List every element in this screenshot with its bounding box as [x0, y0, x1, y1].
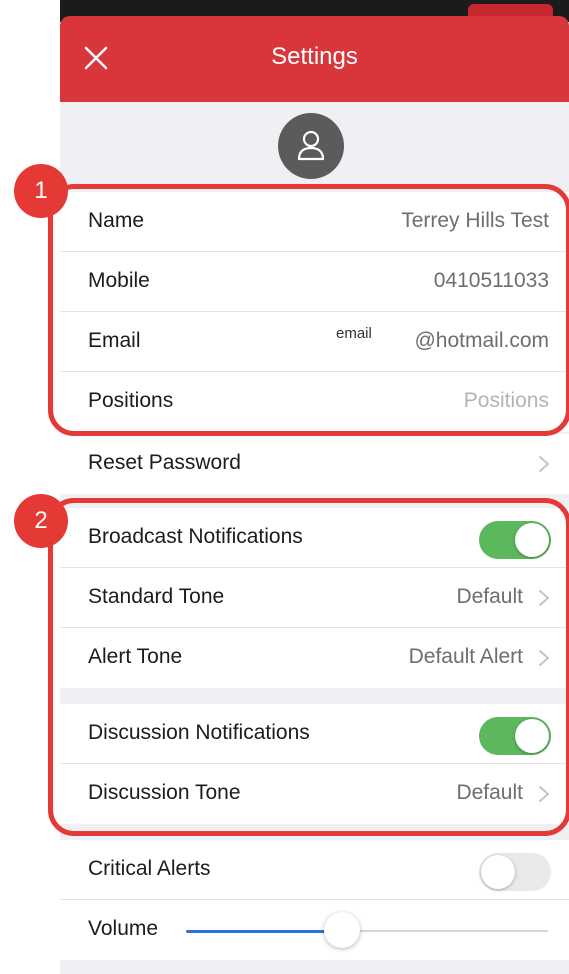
toggle-knob [481, 855, 515, 889]
volume-slider-thumb[interactable] [323, 912, 360, 948]
callout-box-2 [48, 498, 569, 836]
callout-badge-2: 2 [14, 494, 68, 548]
volume-slider-fill [186, 930, 342, 933]
volume-row: Volume [60, 900, 569, 960]
callout-box-1 [48, 184, 569, 436]
avatar[interactable] [278, 113, 344, 179]
reset-password-row[interactable]: Reset Password [60, 434, 569, 494]
reset-password-group: Reset Password [60, 434, 569, 494]
chevron-right-icon [539, 456, 549, 472]
volume-slider-track[interactable] [341, 930, 548, 932]
critical-group: Critical Alerts Volume [60, 840, 569, 960]
critical-alerts-row: Critical Alerts [60, 840, 569, 900]
callout-badge-1: 1 [14, 164, 68, 218]
user-avatar-icon [297, 130, 325, 161]
nav-bar: Settings [60, 16, 569, 102]
volume-label: Volume [88, 917, 159, 940]
critical-alerts-toggle[interactable] [479, 853, 551, 891]
reset-password-label: Reset Password [88, 451, 241, 474]
page-title: Settings [271, 43, 358, 70]
critical-alerts-label: Critical Alerts [88, 857, 211, 880]
